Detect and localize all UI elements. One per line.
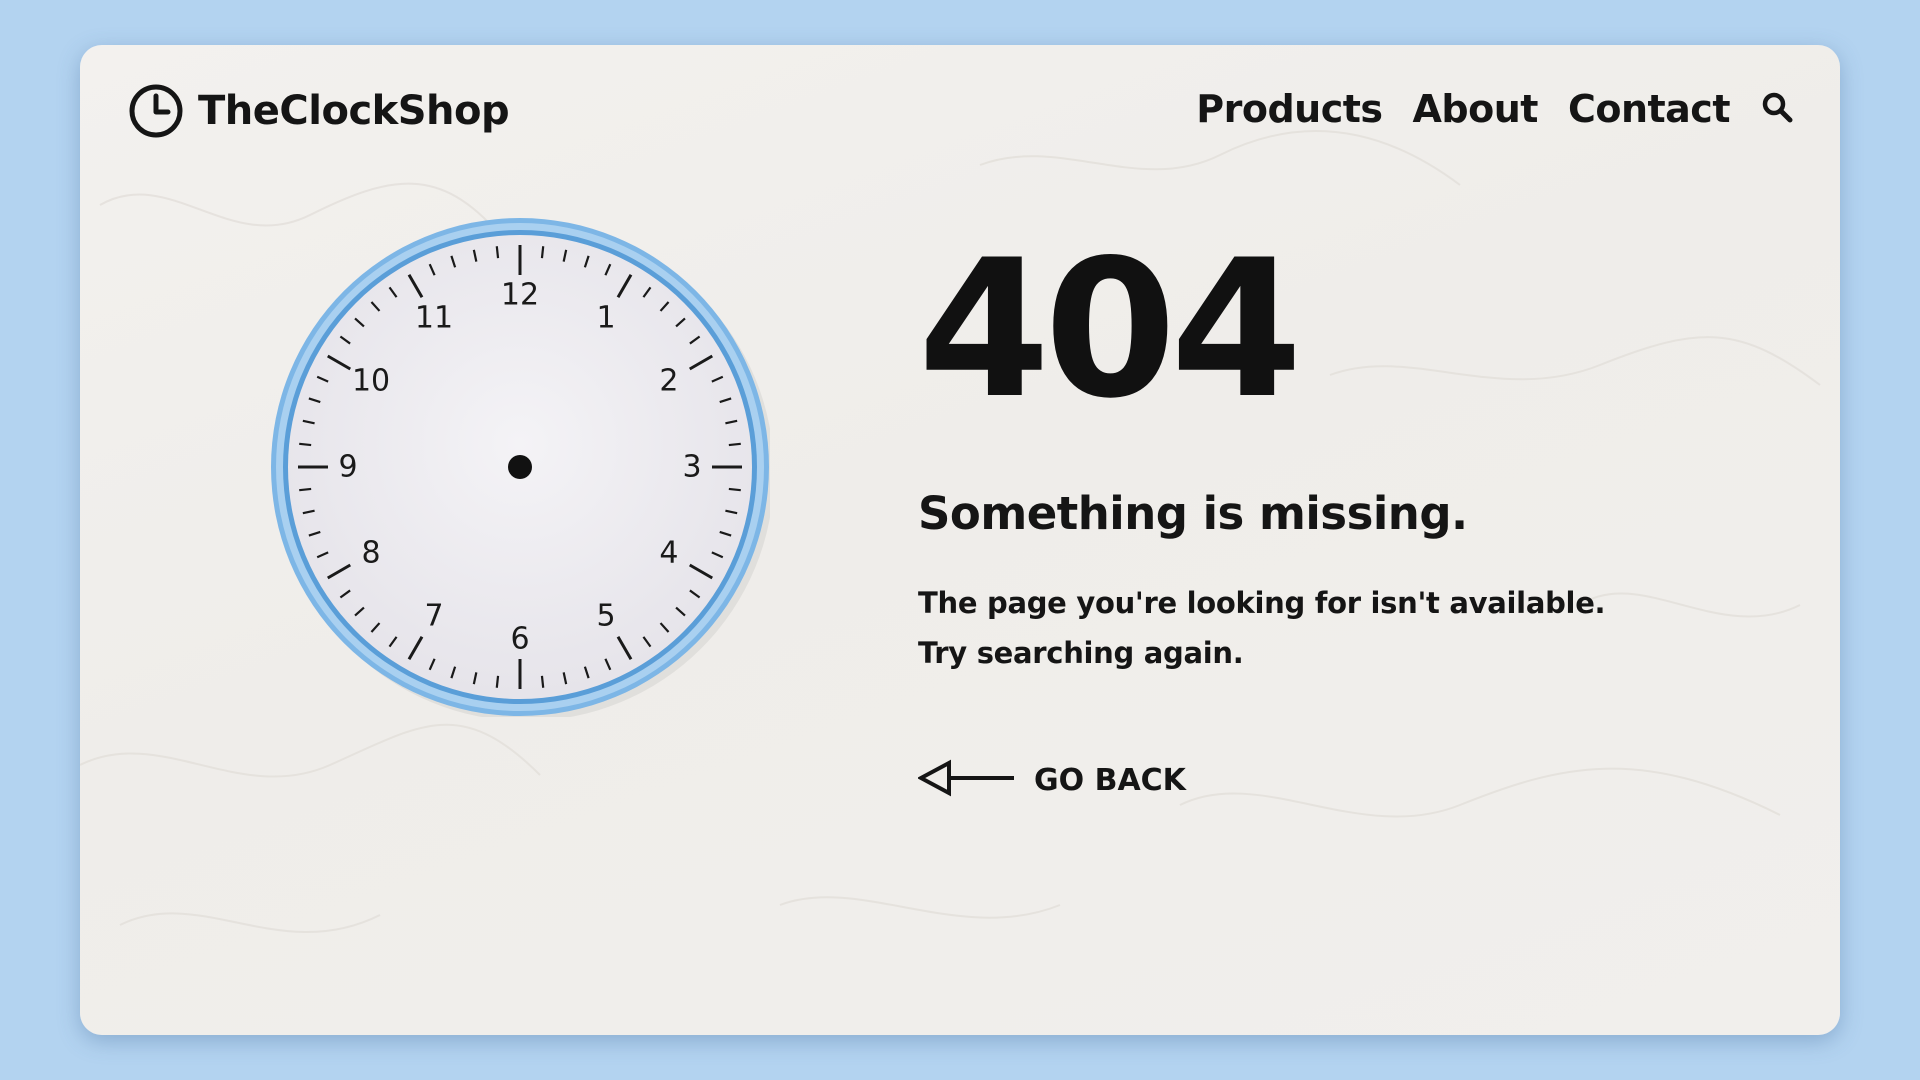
brand-logo[interactable]: TheClockShop — [128, 83, 510, 139]
search-button[interactable] — [1760, 90, 1794, 128]
error-description: The page you're looking for isn't availa… — [918, 578, 1678, 678]
clock-tick — [540, 246, 545, 259]
clock-tick — [299, 487, 312, 492]
clock-icon — [128, 83, 184, 139]
clock-numeral: 6 — [510, 622, 529, 657]
error-code: 404 — [918, 219, 1303, 440]
go-back-button[interactable]: GO BACK — [916, 757, 1186, 803]
error-content: 404 Something is missing. The page you'r… — [918, 235, 1678, 678]
main-nav: Products About Contact — [1196, 87, 1794, 131]
clock-numeral: 8 — [361, 536, 380, 571]
clock-numeral: 2 — [659, 364, 678, 399]
clock-tick — [728, 487, 741, 492]
clock-tick — [299, 442, 312, 447]
clock-numeral: 12 — [501, 278, 539, 313]
clock-numeral: 11 — [415, 301, 453, 336]
clock-numeral: 5 — [596, 598, 615, 633]
page-card: TheClockShop Products About Contact 12 1… — [80, 45, 1840, 1035]
nav-contact[interactable]: Contact — [1568, 87, 1731, 131]
nav-about[interactable]: About — [1413, 87, 1539, 131]
clock-tick — [495, 675, 500, 688]
clock-numeral: 1 — [596, 301, 615, 336]
clock-numeral: 7 — [424, 598, 443, 633]
description-line-2: Try searching again. — [918, 636, 1244, 670]
nav-products[interactable]: Products — [1196, 87, 1383, 131]
arrow-left-icon — [916, 757, 1016, 803]
error-headline: Something is missing. — [918, 487, 1468, 540]
clock-numeral: 4 — [659, 536, 678, 571]
brand-name: TheClockShop — [198, 88, 510, 134]
clock-numeral: 10 — [352, 364, 390, 399]
description-line-1: The page you're looking for isn't availa… — [918, 586, 1606, 620]
clock-numeral: 3 — [682, 450, 701, 485]
clock-tick — [495, 246, 500, 259]
clock-numeral: 9 — [338, 450, 357, 485]
clock-tick — [540, 675, 545, 688]
go-back-label: GO BACK — [1034, 762, 1186, 798]
wall-clock-image: 12 1 2 3 4 5 6 7 8 9 10 11 — [270, 217, 774, 721]
search-icon — [1760, 90, 1794, 128]
clock-tick — [728, 442, 741, 447]
